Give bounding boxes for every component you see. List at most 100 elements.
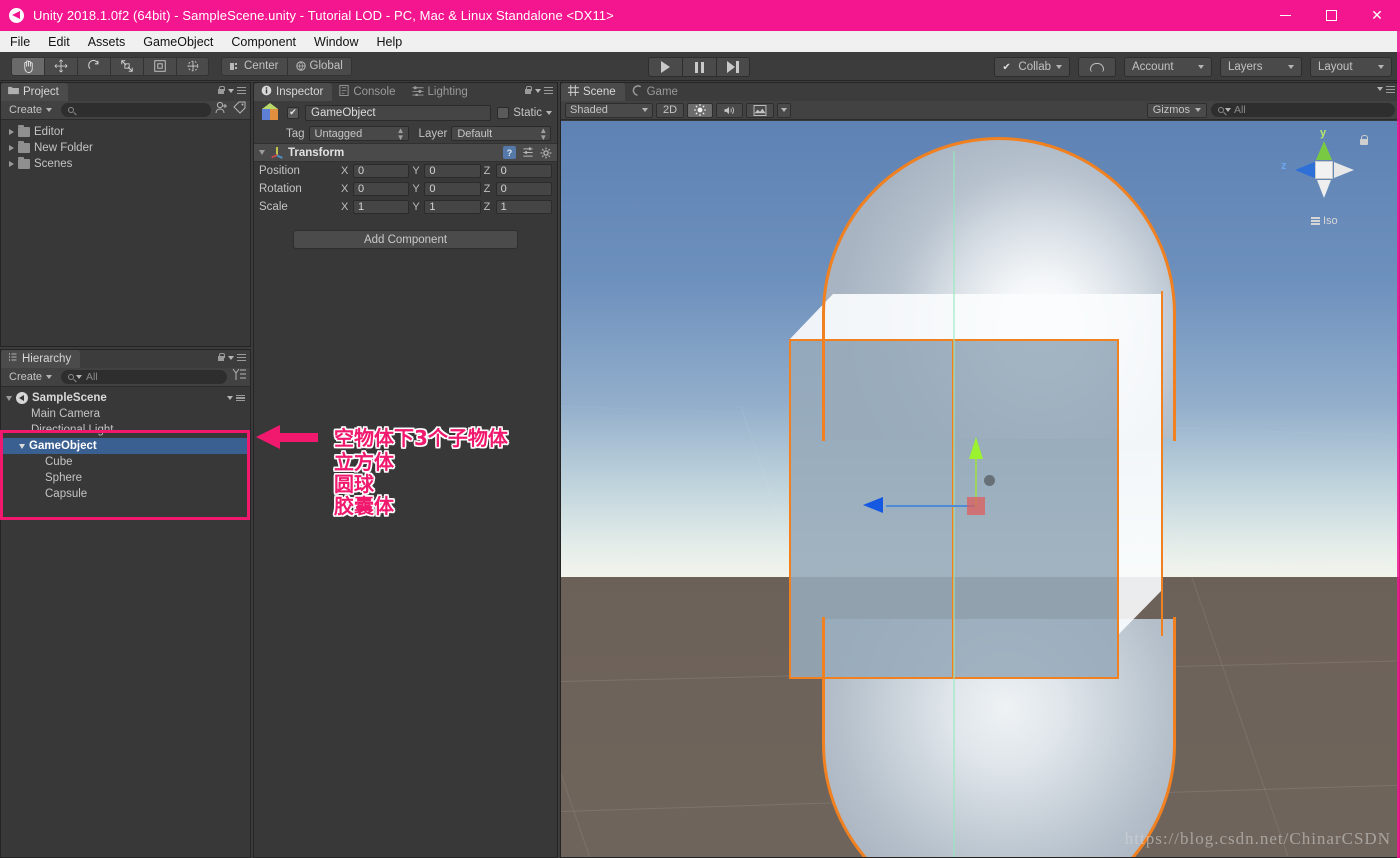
scale-z-input[interactable]: 1: [495, 200, 552, 214]
close-button[interactable]: ✕: [1354, 0, 1400, 31]
pivot-rotation-button[interactable]: Global: [286, 56, 352, 76]
rotation-x-input[interactable]: 0: [353, 182, 410, 196]
projection-mode-toggle[interactable]: Iso: [1311, 215, 1338, 227]
pivot-mode-button[interactable]: Center: [221, 56, 287, 76]
object-active-checkbox[interactable]: ✔: [287, 106, 299, 119]
hierarchy-item-capsule[interactable]: Capsule: [1, 486, 250, 502]
hierarchy-item-directional-light[interactable]: Directional Light: [1, 422, 250, 438]
gizmos-dropdown[interactable]: Gizmos: [1146, 102, 1207, 118]
rotate-tool[interactable]: [77, 56, 110, 76]
scene-lighting-toggle[interactable]: [687, 102, 714, 118]
static-checkbox[interactable]: [497, 106, 510, 119]
scale-y-input[interactable]: 1: [424, 200, 481, 214]
scale-x-input[interactable]: 1: [353, 200, 410, 214]
axis-gizmo-y-cone[interactable]: [1316, 141, 1332, 160]
gizmo-y-axis-arrow[interactable]: [969, 437, 983, 459]
menu-assets[interactable]: Assets: [79, 31, 135, 52]
hierarchy-create-button[interactable]: Create: [4, 370, 57, 385]
chevron-right-icon[interactable]: [9, 161, 14, 167]
project-search-input[interactable]: [61, 103, 211, 117]
static-toggle[interactable]: Static: [497, 106, 552, 119]
hierarchy-item-cube[interactable]: Cube: [1, 454, 250, 470]
lock-icon[interactable]: [524, 86, 532, 95]
gizmo-x-axis-arrow[interactable]: [863, 497, 883, 513]
object-name-input[interactable]: GameObject: [305, 104, 492, 121]
scene-viewport[interactable]: y z Iso https://blog.csdn.net/ChinarCSDN: [561, 121, 1399, 857]
tab-lighting[interactable]: Lighting: [405, 83, 477, 101]
hierarchy-item-gameobject[interactable]: GameObject: [1, 438, 250, 454]
chevron-down-icon[interactable]: [19, 443, 25, 449]
position-x-input[interactable]: 0: [353, 164, 410, 178]
collab-button[interactable]: ✔ Collab: [994, 57, 1070, 77]
project-item-new-folder[interactable]: New Folder: [1, 140, 250, 156]
tag-dropdown[interactable]: Untagged ▲ ▼: [308, 126, 409, 141]
scene-fx-toggle[interactable]: [746, 102, 775, 118]
help-icon[interactable]: ?: [503, 146, 516, 159]
hierarchy-search-input[interactable]: All: [61, 370, 227, 384]
rotation-y-input[interactable]: 0: [424, 182, 481, 196]
menu-gameobject[interactable]: GameObject: [134, 31, 222, 52]
position-z-input[interactable]: 0: [495, 164, 552, 178]
layer-dropdown[interactable]: Default ▲ ▼: [451, 126, 552, 141]
axis-gizmo-z-cone[interactable]: [1295, 161, 1317, 179]
chevron-down-icon[interactable]: [546, 110, 552, 115]
chevron-down-icon[interactable]: [6, 395, 12, 401]
preset-icon[interactable]: [521, 146, 534, 159]
chevron-right-icon[interactable]: [9, 129, 14, 135]
gizmo-z-axis-dot[interactable]: [984, 475, 995, 486]
account-button[interactable]: Account: [1124, 57, 1212, 77]
transform-component-header[interactable]: Transform ?: [254, 143, 557, 162]
axis-gizmo-x-cone[interactable]: [1334, 162, 1354, 178]
tab-console[interactable]: Console: [332, 83, 404, 101]
hamburger-icon[interactable]: [544, 87, 553, 94]
hierarchy-scene-root[interactable]: SampleScene: [1, 390, 250, 406]
hamburger-icon[interactable]: [1386, 86, 1395, 93]
hierarchy-item-sphere[interactable]: Sphere: [1, 470, 250, 486]
transform-tool[interactable]: [176, 56, 209, 76]
layers-button[interactable]: Layers: [1220, 57, 1302, 77]
menu-component[interactable]: Component: [222, 31, 305, 52]
scale-tool[interactable]: [110, 56, 143, 76]
rect-tool[interactable]: [143, 56, 176, 76]
tab-game[interactable]: Game: [625, 83, 687, 101]
menu-edit[interactable]: Edit: [39, 31, 79, 52]
gizmo-center-handle[interactable]: [967, 497, 985, 515]
axis-gizmo-center-cube[interactable]: [1315, 161, 1333, 179]
layout-button[interactable]: Layout: [1310, 57, 1392, 77]
project-create-button[interactable]: Create: [4, 103, 57, 118]
axis-gizmo-down-cone[interactable]: [1317, 180, 1331, 198]
menu-file[interactable]: File: [0, 31, 39, 52]
scene-context-menu[interactable]: [227, 394, 245, 402]
rotation-z-input[interactable]: 0: [495, 182, 552, 196]
hand-tool[interactable]: [11, 56, 44, 76]
2d-toggle-button[interactable]: 2D: [656, 102, 685, 118]
lock-icon[interactable]: [1359, 135, 1369, 146]
menu-window[interactable]: Window: [305, 31, 367, 52]
draw-mode-dropdown[interactable]: Shaded: [565, 102, 653, 118]
gear-icon[interactable]: [539, 146, 552, 159]
lock-icon[interactable]: [217, 86, 225, 95]
step-button[interactable]: [716, 57, 750, 77]
hamburger-icon[interactable]: [237, 354, 246, 361]
tab-hierarchy[interactable]: Hierarchy: [1, 350, 81, 368]
chevron-right-icon[interactable]: [9, 145, 14, 151]
tab-project[interactable]: Project: [1, 83, 68, 101]
hamburger-icon[interactable]: [237, 87, 246, 94]
project-item-editor[interactable]: Editor: [1, 124, 250, 140]
cloud-services-button[interactable]: [1078, 57, 1116, 77]
hierarchy-sort-icon[interactable]: [231, 368, 247, 386]
tab-inspector[interactable]: Inspector: [254, 83, 333, 101]
scene-fx-dropdown[interactable]: [777, 102, 792, 118]
lock-icon[interactable]: [217, 353, 225, 362]
tab-scene[interactable]: Scene: [561, 83, 625, 101]
maximize-button[interactable]: [1308, 0, 1354, 31]
scene-audio-toggle[interactable]: [716, 102, 744, 118]
project-filter-label-icon[interactable]: [233, 101, 247, 119]
project-item-scenes[interactable]: Scenes: [1, 156, 250, 172]
project-filter-type-icon[interactable]: [215, 101, 229, 119]
minimize-button[interactable]: [1262, 0, 1308, 31]
play-button[interactable]: [648, 57, 682, 77]
add-component-button[interactable]: Add Component: [293, 230, 518, 249]
pause-button[interactable]: [682, 57, 716, 77]
scene-search-input[interactable]: All: [1211, 103, 1395, 117]
